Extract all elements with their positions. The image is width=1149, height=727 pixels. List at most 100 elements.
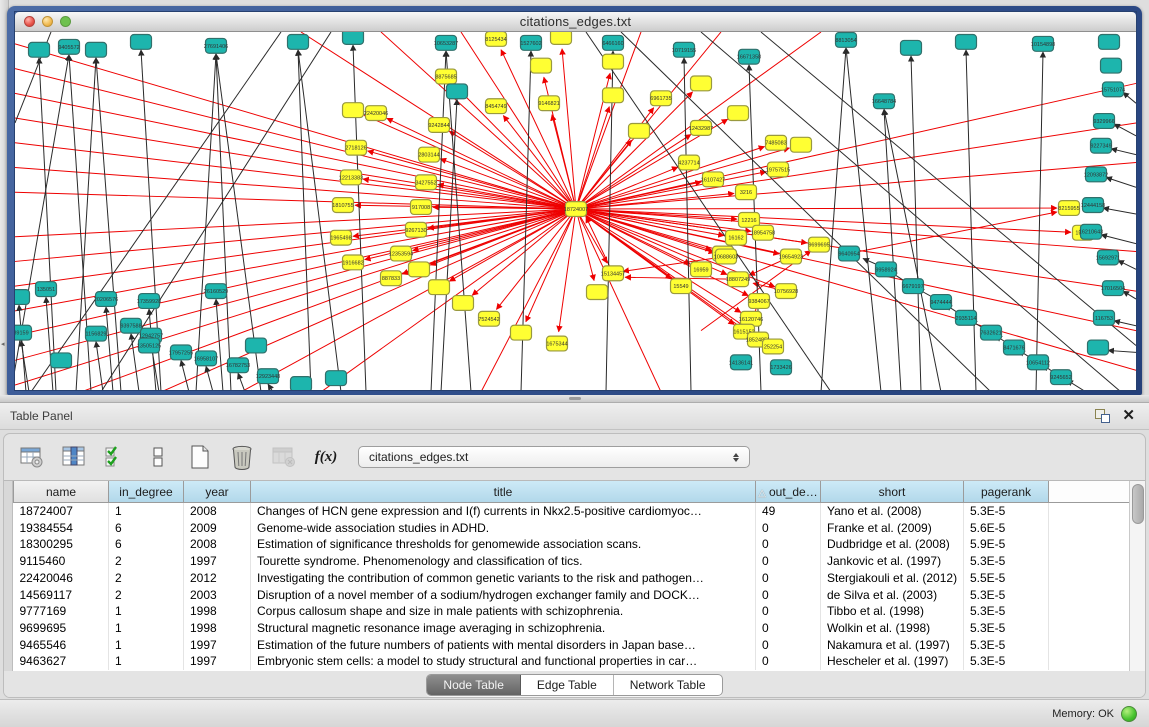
graph-node[interactable] — [15, 290, 30, 305]
graph-edge[interactable] — [966, 50, 976, 390]
delete-column-icon[interactable] — [228, 443, 256, 471]
graph-node[interactable] — [291, 377, 312, 390]
graph-edge[interactable] — [15, 192, 576, 209]
graph-node[interactable] — [131, 34, 152, 49]
graph-node-selected[interactable] — [511, 325, 532, 340]
table-cell[interactable]: Tourette syndrome. Phenomenology and cla… — [251, 553, 756, 570]
graph-node[interactable] — [326, 371, 347, 386]
graph-edge[interactable] — [238, 373, 245, 390]
graph-edge[interactable] — [576, 167, 678, 209]
graph-edge[interactable] — [576, 209, 1136, 370]
graph-edge[interactable] — [321, 209, 576, 390]
graph-node-selected[interactable] — [531, 58, 552, 73]
graph-node[interactable] — [956, 34, 977, 49]
table-cell[interactable]: Changes of HCN gene expression and I(f) … — [251, 503, 756, 520]
table-cell[interactable]: 5.6E-5 — [964, 520, 1049, 537]
graph-node[interactable] — [1099, 34, 1120, 49]
graph-node[interactable] — [51, 353, 72, 368]
graph-node[interactable] — [901, 40, 922, 55]
table-cell[interactable]: 5.3E-5 — [964, 637, 1049, 654]
table-row[interactable]: 911546021997Tourette syndrome. Phenomeno… — [14, 553, 1133, 570]
graph-node-selected[interactable] — [603, 88, 624, 103]
column-header-title[interactable]: title — [251, 481, 756, 503]
table-cell[interactable]: 1997 — [184, 653, 251, 670]
table-cell[interactable]: 0 — [756, 553, 821, 570]
graph-node-selected[interactable] — [551, 32, 572, 44]
table-mode-icon[interactable] — [18, 443, 46, 471]
graph-edge[interactable] — [576, 123, 1136, 209]
graph-edge[interactable] — [576, 107, 609, 209]
table-cell[interactable]: 2012 — [184, 570, 251, 587]
graph-edge[interactable] — [1106, 177, 1136, 187]
graph-node[interactable] — [1088, 340, 1109, 355]
column-header-out-degree[interactable]: △out_de… — [756, 481, 821, 503]
new-column-icon[interactable] — [186, 443, 214, 471]
graph-node[interactable] — [86, 42, 107, 57]
table-cell[interactable]: 0 — [756, 520, 821, 537]
graph-node-selected[interactable] — [629, 123, 650, 138]
table-cell[interactable]: Genome-wide association studies in ADHD. — [251, 520, 756, 537]
graph-edge[interactable] — [39, 58, 56, 390]
graph-edge[interactable] — [1108, 350, 1136, 352]
table-row[interactable]: 1456911722003Disruption of a novel membe… — [14, 587, 1133, 604]
graph-edge[interactable] — [1103, 208, 1136, 214]
table-cell[interactable]: 0 — [756, 587, 821, 604]
table-cell[interactable]: 0 — [756, 536, 821, 553]
column-header-short[interactable]: short — [821, 481, 964, 503]
table-cell[interactable]: de Silva et al. (2003) — [821, 587, 964, 604]
table-cell[interactable]: 1 — [109, 653, 184, 670]
table-cell[interactable]: 14569117 — [14, 587, 109, 604]
tab-network-table[interactable]: Network Table — [614, 675, 722, 695]
table-selector-dropdown[interactable]: citations_edges.txt — [358, 446, 750, 468]
table-cell[interactable]: Hescheler et al. (1997) — [821, 653, 964, 670]
graph-edge[interactable] — [15, 209, 576, 237]
graph-edge[interactable] — [101, 32, 331, 390]
table-cell[interactable]: 0 — [756, 570, 821, 587]
graph-node[interactable] — [246, 338, 267, 353]
table-row[interactable]: 1830029562008Estimation of significance … — [14, 536, 1133, 553]
float-panel-icon[interactable] — [1095, 409, 1110, 423]
graph-edge[interactable] — [1111, 149, 1136, 155]
row-height-icon[interactable] — [144, 443, 172, 471]
table-cell[interactable]: 5.3E-5 — [964, 603, 1049, 620]
table-cell[interactable]: 6 — [109, 520, 184, 537]
table-cell[interactable]: 2 — [109, 570, 184, 587]
graph-edge[interactable] — [15, 209, 576, 286]
graph-edge[interactable] — [849, 212, 1057, 254]
graph-edge[interactable] — [1123, 291, 1136, 299]
graph-edge[interactable] — [131, 334, 139, 390]
network-window-titlebar[interactable]: citations_edges.txt — [15, 12, 1136, 32]
column-header-year[interactable]: year — [184, 481, 251, 503]
graph-node[interactable] — [343, 32, 364, 44]
table-cell[interactable]: Franke et al. (2009) — [821, 520, 964, 537]
graph-edge[interactable] — [1118, 260, 1136, 269]
function-builder-icon[interactable]: f(x) — [312, 443, 340, 471]
graph-node-selected[interactable] — [343, 103, 364, 118]
table-cell[interactable]: 1998 — [184, 620, 251, 637]
close-window-button[interactable] — [24, 16, 35, 27]
table-row[interactable]: 2242004622012Investigating the contribut… — [14, 570, 1133, 587]
graph-edge[interactable] — [196, 54, 216, 390]
table-cell[interactable]: 2008 — [184, 536, 251, 553]
column-header-in-degree[interactable]: in_degree — [109, 481, 184, 503]
graph-edge[interactable] — [562, 49, 576, 209]
graph-edge[interactable] — [15, 44, 576, 209]
graph-node[interactable] — [447, 84, 468, 99]
graph-edge[interactable] — [106, 307, 113, 390]
table-row[interactable]: 1938455462009Genome-wide association stu… — [14, 520, 1133, 537]
graph-edge[interactable] — [353, 45, 366, 390]
table-cell[interactable]: 2008 — [184, 503, 251, 520]
show-column-icon[interactable] — [60, 443, 88, 471]
table-cell[interactable]: 0 — [756, 620, 821, 637]
table-cell[interactable]: 19384554 — [14, 520, 109, 537]
table-cell[interactable]: Estimation of the future numbers of pati… — [251, 637, 756, 654]
graph-edge[interactable] — [1101, 235, 1136, 244]
graph-edge[interactable] — [216, 299, 223, 390]
table-cell[interactable]: 2003 — [184, 587, 251, 604]
table-cell[interactable]: Disruption of a novel member of a sodium… — [251, 587, 756, 604]
graph-node-selected[interactable] — [791, 137, 812, 152]
table-cell[interactable]: 1 — [109, 620, 184, 637]
table-cell[interactable]: 5.3E-5 — [964, 553, 1049, 570]
graph-edge[interactable] — [161, 209, 576, 390]
graph-node[interactable] — [288, 34, 309, 49]
